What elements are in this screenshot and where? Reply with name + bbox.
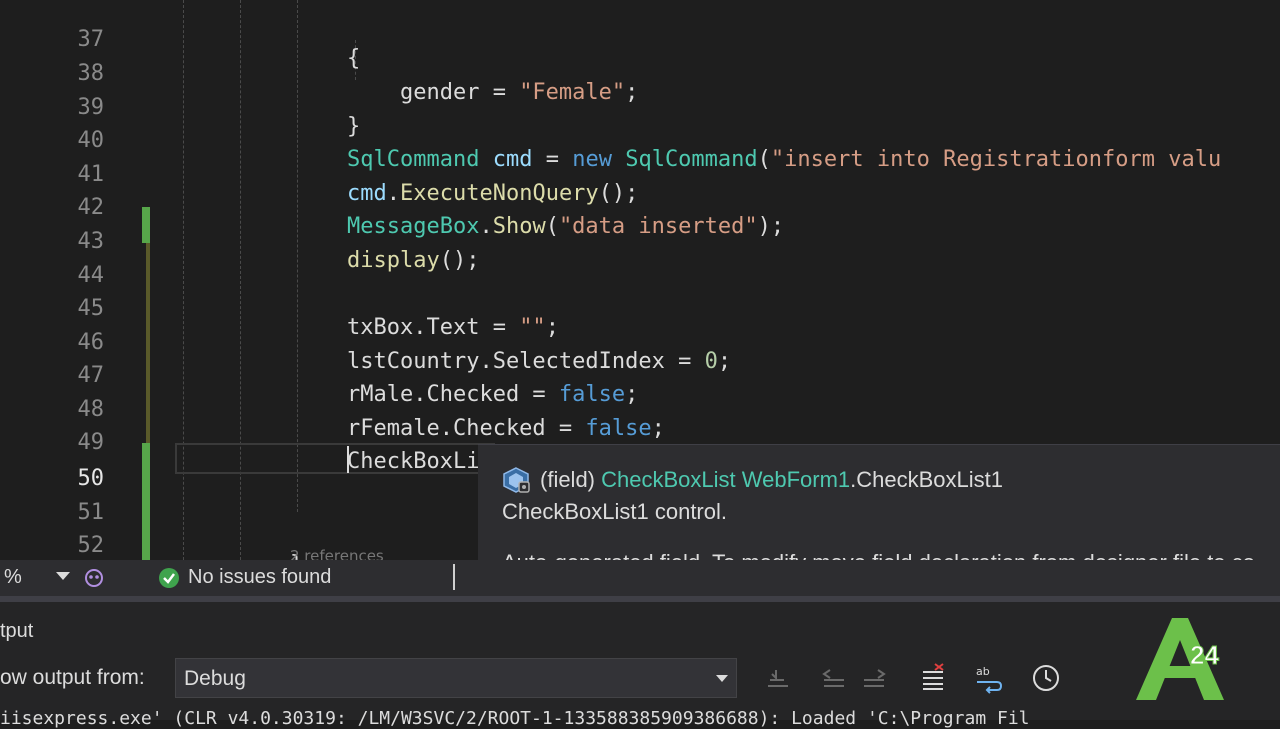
code-line[interactable]: 38 gender = "Female"; (0, 38, 1280, 105)
output-source-value: Debug (184, 667, 246, 690)
logo-text: 24 (1190, 640, 1219, 670)
line-number: 52 (77, 533, 105, 558)
code-line[interactable]: 43 display(); (0, 206, 1280, 273)
zoom-level[interactable]: % (4, 566, 22, 589)
code-line[interactable]: 48 rFemale.Checked = false; (0, 374, 1280, 441)
code-line[interactable]: 44 (0, 240, 1280, 288)
clock-icon[interactable] (1030, 662, 1062, 694)
find-message-icon[interactable] (762, 662, 794, 694)
go-to-next-icon[interactable] (858, 662, 890, 694)
svg-text:ab: ab (976, 665, 990, 678)
copilot-icon[interactable] (82, 566, 106, 590)
code-line[interactable]: 37 { (0, 4, 1280, 71)
tooltip-type: CheckBoxList WebForm1 (601, 467, 851, 492)
status-separator (453, 564, 455, 590)
output-panel: tput ow output from: Debug ab iisexpress… (0, 602, 1280, 729)
show-output-from-label: ow output from: (0, 666, 145, 689)
output-source-dropdown[interactable]: Debug (175, 658, 737, 698)
code-line[interactable]: 45 txBox.Text = ""; (0, 273, 1280, 340)
issues-status[interactable]: No issues found (188, 566, 331, 589)
check-circle-icon (159, 568, 179, 588)
channel-logo: 24 (1136, 618, 1224, 700)
output-text: iisexpress.exe' (CLR v4.0.30319: /LM/W3S… (0, 708, 1030, 729)
tooltip-signature: (field) CheckBoxList WebForm1.CheckBoxLi… (540, 467, 1003, 493)
code-line[interactable]: 41 cmd.ExecuteNonQuery(); (0, 139, 1280, 206)
tooltip-member: .CheckBoxList1 (850, 467, 1003, 492)
word-wrap-icon[interactable]: ab (973, 662, 1005, 694)
go-to-previous-icon[interactable] (818, 662, 850, 694)
codelens-references[interactable]: 2 references (290, 547, 384, 560)
output-title: tput (0, 620, 34, 642)
tooltip-summary: CheckBoxList1 control. (502, 499, 727, 524)
code-line[interactable]: 42 MessageBox.Show("data inserted"); (0, 172, 1280, 239)
tooltip-prefix: (field) (540, 467, 602, 492)
clear-all-icon[interactable] (917, 662, 949, 694)
field-icon (503, 467, 530, 493)
chevron-down-icon (716, 675, 728, 682)
code-line[interactable]: 49 CheckBoxList1.SelectedItem.Selected =… (0, 407, 1280, 474)
zoom-dropdown-icon[interactable] (56, 572, 70, 580)
code-line[interactable]: 46 lstCountry.SelectedIndex = 0; (0, 307, 1280, 374)
editor-status-bar: % No issues found (0, 560, 1280, 596)
code-line[interactable]: 47 rMale.Checked = false; (0, 340, 1280, 407)
code-line[interactable]: 39 } (0, 72, 1280, 139)
text-caret (347, 446, 349, 473)
code-line[interactable]: 40 SqlCommand cmd = new SqlCommand("inse… (0, 105, 1280, 172)
